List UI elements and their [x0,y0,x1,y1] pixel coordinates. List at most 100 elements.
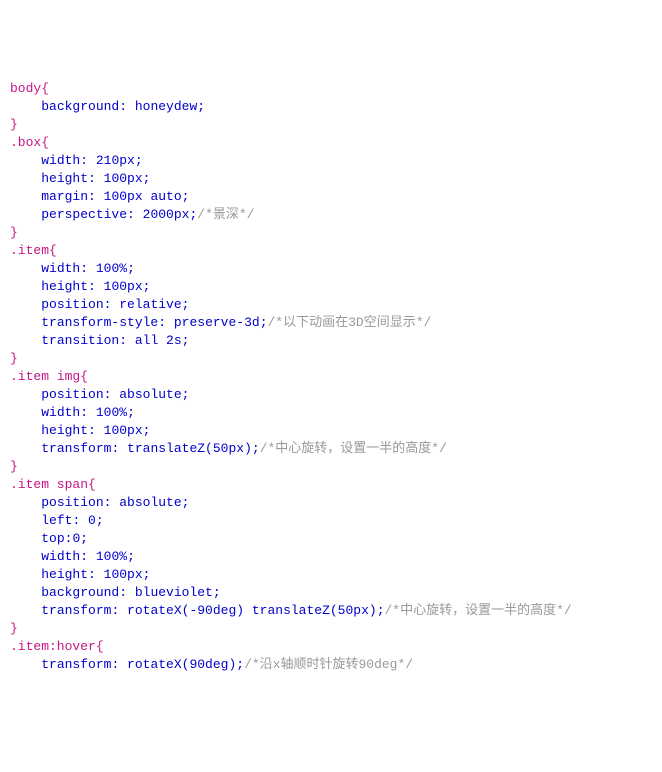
css-selector: .item:hover [10,639,96,654]
css-declaration-line: transform-style: preserve-3d;/*以下动画在3D空间… [10,314,652,332]
css-property: transform [41,603,111,618]
css-value: 100px auto [104,189,182,204]
css-value: 100px [104,279,143,294]
css-property: height [41,279,88,294]
css-selector-line: .item span{ [10,476,652,494]
css-selector-line: .item:hover{ [10,638,652,656]
css-property: position [41,495,103,510]
colon: : [104,495,120,510]
css-declaration-line: transform: translateZ(50px);/*中心旋转，设置一半的… [10,440,652,458]
semicolon: ; [182,189,190,204]
colon: : [72,513,88,528]
css-declaration-line: background: honeydew; [10,98,652,116]
colon: : [88,567,104,582]
colon: : [80,261,96,276]
css-declaration-line: height: 100px; [10,170,652,188]
css-property: margin [41,189,88,204]
css-selector-line: .box{ [10,134,652,152]
css-selector: .item [10,243,49,258]
semicolon: ; [143,567,151,582]
colon: : [80,405,96,420]
css-declaration-line: width: 210px; [10,152,652,170]
css-property: position [41,297,103,312]
semicolon: ; [182,333,190,348]
css-close-line: } [10,116,652,134]
css-value: 100% [96,549,127,564]
css-comment: /*景深*/ [197,207,254,222]
semicolon: ; [236,657,244,672]
css-declaration-line: width: 100%; [10,548,652,566]
css-value: preserve-3d [174,315,260,330]
colon: : [80,153,96,168]
semicolon: ; [143,171,151,186]
css-property: transition [41,333,119,348]
css-property: width [41,549,80,564]
css-property: left [41,513,72,528]
css-comment: /*以下动画在3D空间显示*/ [268,315,432,330]
css-declaration-line: position: absolute; [10,494,652,512]
css-value: 100px [104,567,143,582]
semicolon: ; [182,495,190,510]
css-selector-line: body{ [10,80,652,98]
css-value: 100% [96,261,127,276]
css-property: height [41,567,88,582]
css-value: 210px [96,153,135,168]
css-value: rotateX(90deg) [127,657,236,672]
open-brace: { [49,243,57,258]
open-brace: { [41,81,49,96]
css-comment: /*中心旋转，设置一半的高度*/ [260,441,447,456]
semicolon: ; [127,405,135,420]
colon: : [158,315,174,330]
close-brace: } [10,459,18,474]
css-selector-line: .item img{ [10,368,652,386]
css-value: translateZ(50px) [127,441,252,456]
css-code-block: body{ background: honeydew; } .box{ widt… [10,80,652,674]
colon: : [88,423,104,438]
css-declaration-line: transform: rotateX(-90deg) translateZ(50… [10,602,652,620]
css-declaration-line: width: 100%; [10,404,652,422]
css-close-line: } [10,458,652,476]
css-declaration-line: position: relative; [10,296,652,314]
css-value: 100px [104,171,143,186]
semicolon: ; [260,315,268,330]
colon: : [111,657,127,672]
semicolon: ; [135,153,143,168]
css-close-line: } [10,620,652,638]
colon: : [88,189,104,204]
colon: : [80,549,96,564]
semicolon: ; [143,423,151,438]
css-selector-line: .item{ [10,242,652,260]
css-declaration-line: perspective: 2000px;/*景深*/ [10,206,652,224]
css-property: transform [41,441,111,456]
css-declaration-line: top:0; [10,530,652,548]
css-close-line: } [10,350,652,368]
semicolon: ; [80,531,88,546]
css-declaration-line: height: 100px; [10,566,652,584]
colon: : [88,171,104,186]
semicolon: ; [377,603,385,618]
css-property: height [41,171,88,186]
colon: : [88,279,104,294]
css-declaration-line: background: blueviolet; [10,584,652,602]
css-value: honeydew [135,99,197,114]
semicolon: ; [182,297,190,312]
css-property: width [41,405,80,420]
css-property: width [41,261,80,276]
css-value: 0 [88,513,96,528]
css-close-line: } [10,224,652,242]
close-brace: } [10,225,18,240]
css-value: 2000px [143,207,190,222]
colon: : [127,207,143,222]
semicolon: ; [143,279,151,294]
open-brace: { [96,639,104,654]
semicolon: ; [197,99,205,114]
css-declaration-line: margin: 100px auto; [10,188,652,206]
css-comment: /*中心旋转，设置一半的高度*/ [385,603,572,618]
css-property: background [41,99,119,114]
css-declaration-line: left: 0; [10,512,652,530]
css-declaration-line: transform: rotateX(90deg);/*沿x轴顺时针旋转90de… [10,656,652,674]
open-brace: { [88,477,96,492]
css-value: absolute [119,495,181,510]
colon: : [104,297,120,312]
css-property: position [41,387,103,402]
